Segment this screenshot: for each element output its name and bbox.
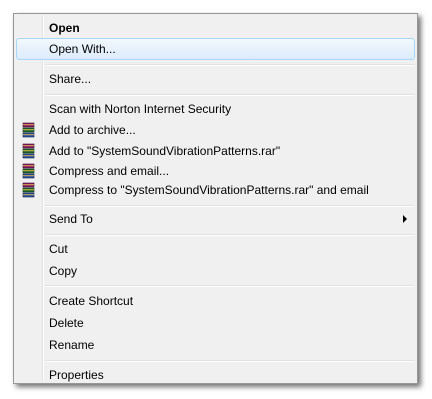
chevron-right-icon [403,215,407,223]
menu-item-rename[interactable]: Rename [16,334,415,356]
context-menu: Open Open With... Share... Scan with Nor… [13,13,418,384]
menu-item-scan-norton[interactable]: Scan with Norton Internet Security [16,98,415,120]
menu-item-compress-to-rar-email[interactable]: Compress to "SystemSoundVibrationPattern… [16,179,415,201]
menu-item-properties-label: Properties [49,368,104,382]
menu-item-compress-email-label: Compress and email... [49,164,170,178]
menu-item-properties[interactable]: Properties [16,364,415,386]
menu-item-add-to-rar-label: Add to "SystemSoundVibrationPatterns.rar… [49,144,281,158]
menu-item-copy[interactable]: Copy [16,260,415,282]
menu-separator [45,94,414,96]
menu-item-open-with-label: Open With... [49,42,116,56]
menu-item-add-to-rar[interactable]: Add to "SystemSoundVibrationPatterns.rar… [16,140,415,162]
menu-item-rename-label: Rename [49,338,95,352]
menu-item-share[interactable]: Share... [16,68,415,90]
winrar-books-icon [22,143,35,159]
menu-item-share-label: Share... [49,72,92,86]
menu-item-create-shortcut[interactable]: Create Shortcut [16,290,415,312]
menu-item-send-to-label: Send To [49,212,93,226]
menu-separator [45,285,414,287]
winrar-books-icon [22,163,35,179]
menu-item-open[interactable]: Open [16,17,415,39]
menu-item-scan-norton-label: Scan with Norton Internet Security [49,102,232,116]
menu-separator [45,205,414,207]
winrar-books-icon [22,122,35,138]
winrar-books-icon [22,182,35,198]
menu-separator [45,360,414,362]
menu-item-add-to-archive[interactable]: Add to archive... [16,119,415,141]
menu-item-open-label: Open [49,21,80,35]
menu-item-copy-label: Copy [49,264,78,278]
menu-item-add-to-archive-label: Add to archive... [49,123,136,137]
menu-item-open-with[interactable]: Open With... [16,38,415,60]
menu-separator [45,234,414,236]
menu-item-create-shortcut-label: Create Shortcut [49,294,134,308]
menu-item-delete[interactable]: Delete [16,312,415,334]
menu-item-delete-label: Delete [49,316,84,330]
menu-item-cut[interactable]: Cut [16,238,415,260]
menu-item-compress-to-rar-email-label: Compress to "SystemSoundVibrationPattern… [49,183,369,197]
menu-item-cut-label: Cut [49,242,68,256]
menu-item-send-to[interactable]: Send To [16,208,415,230]
menu-separator [45,64,414,66]
